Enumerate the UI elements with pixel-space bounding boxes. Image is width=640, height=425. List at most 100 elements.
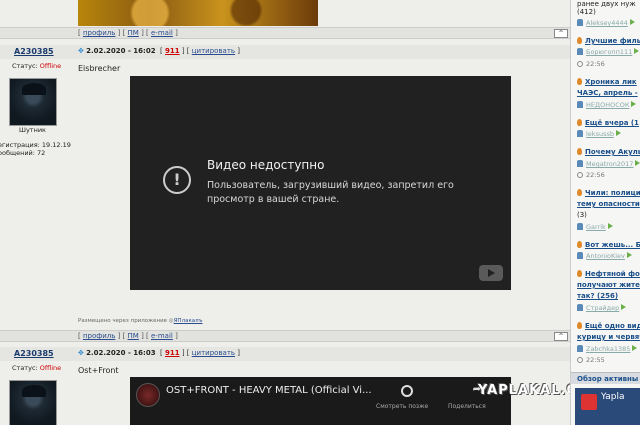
clock-icon bbox=[577, 61, 583, 67]
user-status: Статус: Offline bbox=[12, 62, 62, 70]
video-player[interactable]: OST+FRONT - HEAVY METAL (Official Vi... … bbox=[130, 377, 511, 425]
sidebar-item-text: Ещё одно видео bbox=[585, 322, 640, 330]
video-player[interactable]: ! Видео недоступно Пользователь, загрузи… bbox=[130, 76, 511, 290]
sidebar-item-text: Вот жешь... Бац bbox=[585, 241, 640, 249]
sidebar-item-text: (3) bbox=[577, 211, 587, 219]
sidebar-item-text: Чили: полиция bbox=[585, 189, 640, 197]
alert-icon: ! bbox=[163, 166, 191, 194]
scroll-up-button[interactable]: ^ bbox=[554, 332, 568, 341]
sidebar-item-text: Почему Акулы Б bbox=[585, 148, 640, 156]
sidebar-item-text: ранее двух нуж bbox=[577, 0, 636, 8]
sidebar-user-item[interactable]: Megatron2017 bbox=[577, 160, 640, 168]
post-text: Ost+Front bbox=[78, 366, 119, 375]
active-review-label[interactable]: Обзор активны bbox=[577, 375, 638, 383]
sidebar-item-text: Zabchka1385 bbox=[586, 345, 631, 353]
user-registration: егистрация: 19.12.19 bbox=[0, 141, 71, 149]
pm-link[interactable]: ПМ bbox=[128, 29, 139, 37]
youtube-logo-icon[interactable] bbox=[479, 265, 503, 281]
avatar[interactable] bbox=[9, 78, 57, 126]
sidebar-plain-item: (412) bbox=[577, 8, 596, 16]
video-title[interactable]: OST+FRONT - HEAVY METAL (Official Vi... bbox=[166, 385, 372, 396]
clock-icon bbox=[577, 172, 583, 178]
topic-icon bbox=[577, 78, 582, 85]
sidebar-hdr-item[interactable]: Ещё вчера (1 bbox=[577, 119, 639, 127]
topic-icon bbox=[577, 148, 582, 155]
sidebar-item-text: получают жител bbox=[577, 281, 640, 289]
pin-icon: ✥ bbox=[78, 47, 84, 55]
user-icon bbox=[577, 130, 583, 137]
sidebar-item-text: ЧАЭС, апрель - bbox=[577, 89, 638, 97]
sidebar-item-text: leksussb bbox=[586, 130, 614, 138]
app-link[interactable]: ЯПлакалъ bbox=[174, 318, 203, 324]
topic-icon bbox=[577, 270, 582, 277]
sidebar-hdr-item[interactable]: Ещё одно видео bbox=[577, 322, 640, 330]
quote-link[interactable]: цитировать bbox=[192, 47, 235, 55]
sidebar-hdr-item[interactable]: курицу и червяч bbox=[577, 333, 640, 341]
sidebar-section-header: Обзор активны bbox=[571, 372, 640, 384]
post-author[interactable]: A230385 bbox=[14, 47, 54, 56]
arrow-right-icon bbox=[631, 101, 637, 107]
user-icon bbox=[577, 48, 583, 55]
post-number[interactable]: 911 bbox=[165, 47, 180, 55]
sidebar-hdr-item[interactable]: Нефтяной фонд bbox=[577, 270, 640, 278]
pin-icon: ✥ bbox=[78, 349, 84, 357]
clock-icon[interactable] bbox=[401, 385, 413, 397]
sidebar-user-item[interactable]: Zabchka1385 bbox=[577, 345, 638, 353]
sidebar-user-item[interactable]: Страйдер bbox=[577, 304, 627, 312]
sidebar-user-item[interactable]: Aleksey4444 bbox=[577, 19, 635, 27]
arrow-right-icon bbox=[634, 48, 640, 54]
yaplakal-app-box[interactable]: Yapla bbox=[575, 388, 640, 425]
previous-post-image bbox=[78, 0, 318, 26]
yaplakal-logo-icon bbox=[581, 394, 597, 410]
sidebar-item-text: (412) bbox=[577, 8, 596, 16]
sidebar-hdr-item[interactable]: Лучшие филь bbox=[577, 37, 640, 45]
sidebar-item-text: AntonioKiev bbox=[586, 252, 625, 260]
sidebar-hdr-item[interactable]: получают жител bbox=[577, 281, 640, 289]
sidebar-user-item[interactable]: НЕДОНОСОК bbox=[577, 101, 637, 109]
sidebar-hdr-item[interactable]: Вот жешь... Бац bbox=[577, 241, 640, 249]
channel-avatar[interactable] bbox=[136, 383, 160, 407]
user-post-count: ообщений: 72 bbox=[0, 149, 46, 157]
sidebar-item-text: так? (256) bbox=[577, 292, 619, 300]
avatar[interactable] bbox=[9, 380, 57, 425]
email-link[interactable]: e-mail bbox=[151, 29, 173, 37]
sidebar-hdr-item[interactable]: Чили: полиция bbox=[577, 189, 640, 197]
post-meta: ✥ 2.02.2020 - 16:02 [ 911 ] [ цитировать… bbox=[78, 47, 241, 55]
topic-icon bbox=[577, 322, 582, 329]
sidebar-hdr-item[interactable]: ЧАЭС, апрель - bbox=[577, 89, 638, 97]
sidebar-user-item[interactable]: AntonioKiev bbox=[577, 252, 632, 260]
sidebar-user-item[interactable]: Борюгопп111 bbox=[577, 48, 640, 56]
sidebar-user-item[interactable]: Garrik bbox=[577, 223, 613, 231]
video-error-title: Видео недоступно bbox=[207, 158, 325, 172]
arrow-right-icon bbox=[632, 345, 638, 351]
post-text: Eisbrecher bbox=[78, 64, 121, 73]
quote-link[interactable]: цитировать bbox=[192, 349, 235, 357]
arrow-right-icon bbox=[626, 252, 632, 258]
arrow-right-icon bbox=[621, 304, 627, 310]
user-icon bbox=[577, 252, 583, 259]
sidebar-hdr-item[interactable]: тему опасности bbox=[577, 200, 640, 208]
arrow-right-icon bbox=[615, 130, 621, 136]
sidebar-hdr-item[interactable]: Хроника лик bbox=[577, 78, 637, 86]
sidebar-hdr-item[interactable]: Почему Акулы Б bbox=[577, 148, 640, 156]
sidebar-plain-item: ранее двух нуж bbox=[577, 0, 636, 8]
sidebar-hdr-item[interactable]: так? (256) bbox=[577, 292, 618, 300]
video-error-description: Пользователь, загрузивший видео, запрети… bbox=[207, 180, 454, 205]
arrow-right-icon bbox=[607, 223, 613, 229]
profile-link[interactable]: профиль bbox=[83, 29, 115, 37]
post-author[interactable]: A230385 bbox=[14, 349, 54, 358]
clock-icon bbox=[577, 357, 583, 363]
posts-column: [ профиль ] [ ПМ ] [ e-mail ] ^ A230385 … bbox=[0, 0, 570, 425]
post-action-bar: [ профиль ] [ ПМ ] [ e-mail ] ^ bbox=[0, 27, 570, 39]
scroll-up-button[interactable]: ^ bbox=[554, 29, 568, 38]
sidebar-item-text: 22:56 bbox=[586, 60, 605, 68]
sidebar-item-text: Хроника лик bbox=[585, 78, 637, 86]
sidebar-user-item[interactable]: leksussb bbox=[577, 130, 621, 138]
post-number[interactable]: 911 bbox=[165, 349, 180, 357]
email-link[interactable]: e-mail bbox=[151, 332, 173, 340]
profile-link[interactable]: профиль bbox=[83, 332, 115, 340]
pm-link[interactable]: ПМ bbox=[128, 332, 139, 340]
sidebar-plain-item: (3) bbox=[577, 211, 587, 219]
sidebar-item-text: Нефтяной фонд bbox=[585, 270, 640, 278]
sidebar-item-text: 22:55 bbox=[586, 356, 605, 364]
